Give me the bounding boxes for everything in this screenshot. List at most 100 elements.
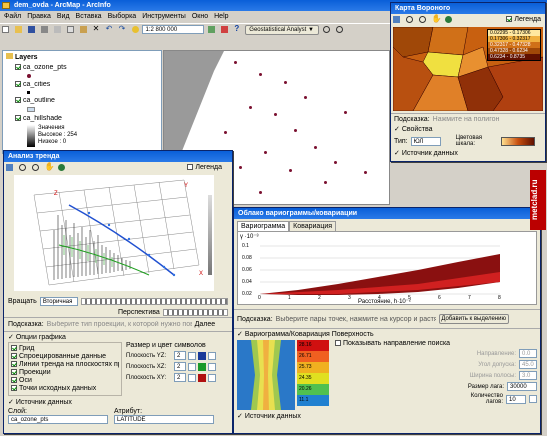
voronoi-legend-toggle[interactable]: Легенда [506, 16, 541, 23]
ozone-point[interactable] [249, 106, 252, 109]
delete-icon[interactable]: ✕ [91, 24, 102, 35]
voronoi-zoom-in-icon[interactable] [404, 14, 415, 25]
rotate-select[interactable]: Вторичная [39, 297, 78, 306]
trend-option[interactable]: Проекции [11, 369, 119, 377]
surface-header[interactable]: ✓ Вариограмма/Ковариация Поверхность [234, 329, 540, 339]
trend-vertical-slider[interactable] [208, 195, 212, 275]
toc-layer[interactable]: ca_cities [15, 81, 161, 88]
plane-size-input[interactable]: 2 [174, 362, 186, 371]
plane-size-spinner[interactable] [188, 362, 196, 371]
menu-item[interactable]: Правка [27, 13, 51, 20]
ozone-point[interactable] [224, 131, 227, 134]
variogram-source-header[interactable]: ✓ Источник данных [234, 411, 540, 421]
editor-icon[interactable] [206, 24, 217, 35]
ozone-point[interactable] [324, 181, 327, 184]
plane-color-dropdown[interactable] [208, 362, 216, 371]
trend-hint-button[interactable]: Далее [195, 321, 216, 328]
add-to-selection-button[interactable]: Добавить к выделению [438, 314, 509, 324]
plane-color-swatch[interactable] [198, 351, 206, 360]
direction-field-input[interactable]: 0.0 [519, 349, 537, 358]
voronoi-type-select[interactable]: ЮЛ [410, 136, 441, 146]
cut-icon[interactable] [52, 24, 63, 35]
voronoi-source-header[interactable]: ✓ Источник данных [391, 149, 545, 157]
plane-color-swatch[interactable] [198, 362, 206, 371]
ozone-point[interactable] [239, 166, 242, 169]
redo-icon[interactable]: ↷ [117, 24, 128, 35]
trend-option[interactable]: Точки исходных данных [11, 385, 119, 393]
trend-options-header[interactable]: ✓ Опции графика [4, 332, 232, 342]
trend-legend-toggle[interactable]: Легенда [187, 164, 222, 171]
plane-size-spinner[interactable] [188, 351, 196, 360]
ozone-point[interactable] [314, 146, 317, 149]
ozone-point[interactable] [304, 96, 307, 99]
trend-3d-plot[interactable]: Z X Y [14, 175, 214, 291]
rotate-slider[interactable] [80, 298, 228, 305]
add-data-icon[interactable] [130, 24, 141, 35]
trend-zoom-out-icon[interactable] [30, 162, 41, 173]
variogram-surface[interactable] [237, 340, 295, 410]
tab-variogram[interactable]: Вариограмма [237, 221, 290, 231]
trend-option[interactable]: Спроецированные данные [11, 353, 119, 361]
trend-zoom-in-icon[interactable] [17, 162, 28, 173]
trend-option[interactable]: Грид [11, 345, 119, 353]
menu-item[interactable]: Вид [57, 13, 70, 20]
perspective-slider[interactable] [162, 309, 228, 316]
voronoi-props-header[interactable]: ✓ Свойства [391, 125, 545, 133]
print-icon[interactable] [39, 24, 50, 35]
plane-color-dropdown[interactable] [208, 351, 216, 360]
geostatistical-analyst-menu[interactable]: Geostatistical Analyst ▼ [245, 24, 320, 35]
tab-covariance[interactable]: Ковариация [289, 221, 337, 231]
ozone-point[interactable] [284, 81, 287, 84]
layer-checkbox[interactable] [15, 115, 21, 122]
ozone-point[interactable] [364, 171, 367, 174]
ozone-point[interactable] [294, 129, 297, 132]
lag-count-input[interactable]: 10 [506, 394, 526, 404]
voronoi-pan-icon[interactable]: ✋ [430, 14, 442, 25]
trend-pan-icon[interactable]: ✋ [43, 162, 55, 173]
ozone-point[interactable] [274, 113, 277, 116]
menu-item[interactable]: Вставка [76, 13, 102, 20]
toc-layer[interactable]: ca_ozone_pts [15, 64, 161, 71]
direction-field-input[interactable]: 45.0 [519, 360, 537, 369]
voronoi-select-icon[interactable] [391, 14, 402, 25]
plane-color-swatch[interactable] [198, 373, 206, 382]
trend-source-header[interactable]: ✓ Источник данных [4, 396, 232, 408]
layer-checkbox[interactable] [15, 64, 21, 71]
ozone-point[interactable] [264, 151, 267, 154]
ozone-point[interactable] [259, 73, 262, 76]
layer-select[interactable]: ca_ozone_pts [8, 415, 108, 424]
variogram-plot[interactable]: γ ·10⁻³ 0.1 0.08 0.06 0.04 0.02 012345678 Ра… [237, 231, 537, 305]
plane-color-dropdown[interactable] [208, 373, 216, 382]
plane-size-input[interactable]: 2 [174, 373, 186, 382]
trend-globe-icon[interactable] [56, 162, 67, 173]
menu-item[interactable]: Окно [192, 13, 208, 20]
trend-select-icon[interactable] [4, 162, 15, 173]
layer-checkbox[interactable] [15, 81, 21, 88]
voronoi-map[interactable]: 0.02295 - 0.17306 0.17306 - 0.32317 0.3231… [393, 27, 543, 111]
zoom-in-icon[interactable] [321, 24, 332, 35]
paste-icon[interactable] [78, 24, 89, 35]
copy-icon[interactable] [65, 24, 76, 35]
ozone-point[interactable] [234, 61, 237, 64]
ozone-point[interactable] [289, 169, 292, 172]
menu-item[interactable]: Инструменты [142, 13, 186, 20]
ozone-point[interactable] [259, 191, 262, 194]
trend-option[interactable]: Оси [11, 377, 119, 385]
menu-item[interactable]: Help [214, 13, 228, 20]
attribute-select[interactable]: LATITUDE [114, 415, 214, 424]
open-icon[interactable] [13, 24, 24, 35]
show-direction-toggle[interactable]: Показывать направление поиска [335, 340, 537, 347]
ozone-point[interactable] [334, 161, 337, 164]
ozone-point[interactable] [344, 111, 347, 114]
toc-layer[interactable]: ca_hillshade [15, 115, 161, 122]
plane-size-input[interactable]: 2 [174, 351, 186, 360]
lag-count-spinner[interactable] [529, 395, 537, 403]
new-icon[interactable] [0, 24, 11, 35]
voronoi-palette-swatch[interactable] [500, 136, 535, 146]
menu-item[interactable]: Выборка [108, 13, 137, 20]
direction-field-input[interactable]: 3.0 [519, 371, 537, 380]
lag-size-input[interactable]: 30000 [507, 382, 537, 391]
voronoi-zoom-out-icon[interactable] [417, 14, 428, 25]
scale-select[interactable]: 1:2 800 000 [142, 25, 205, 34]
voronoi-globe-icon[interactable] [443, 14, 454, 25]
